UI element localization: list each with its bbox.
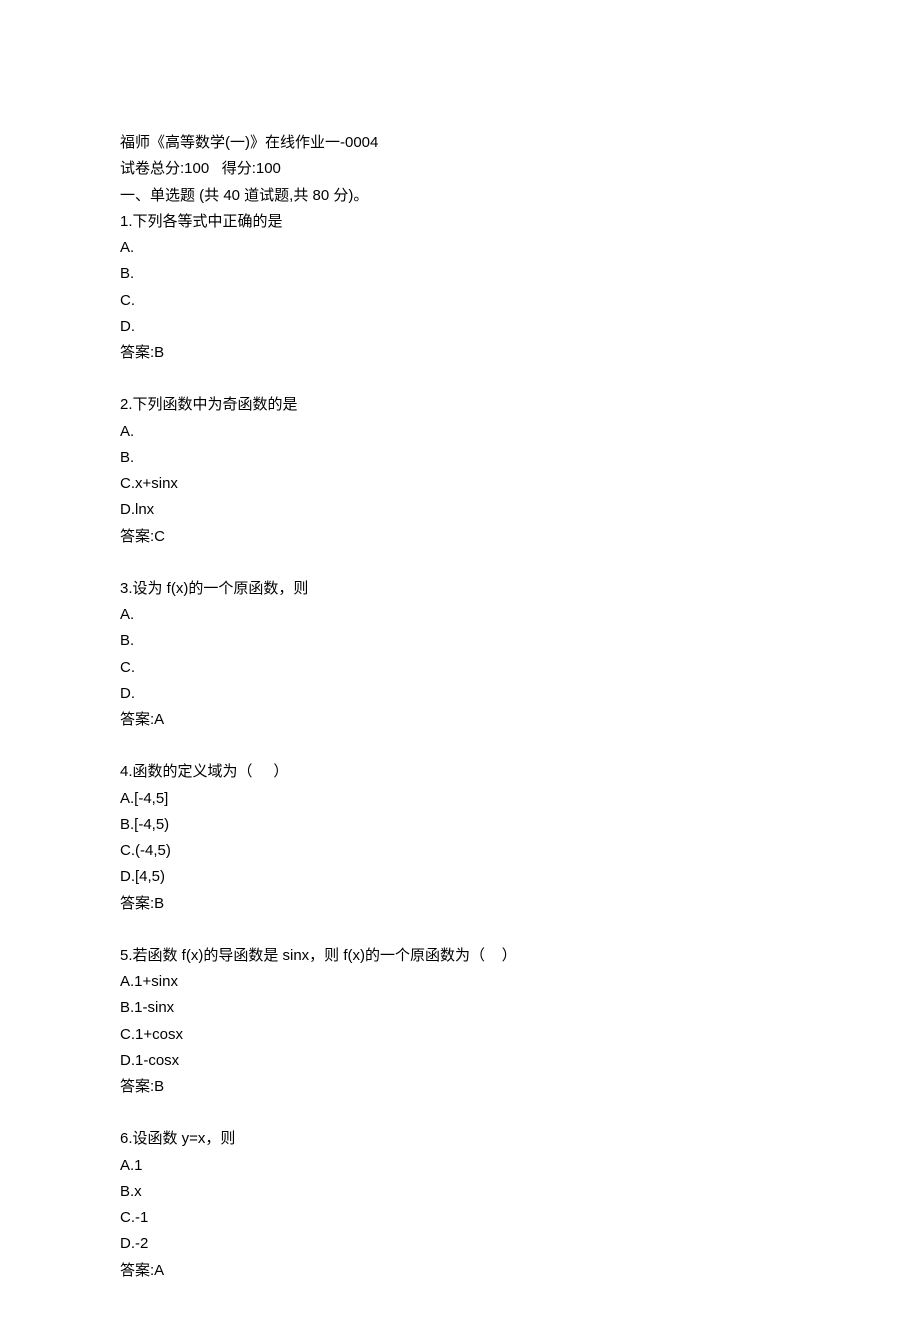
answer-line: 答案:C xyxy=(120,524,800,550)
question-text: 5.若函数 f(x)的导函数是 sinx，则 f(x)的一个原函数为（ ） xyxy=(120,943,800,969)
option-b: B. xyxy=(120,445,800,471)
question-text: 2.下列函数中为奇函数的是 xyxy=(120,392,800,418)
option-b: B.[-4,5) xyxy=(120,812,800,838)
option-b: B. xyxy=(120,628,800,654)
option-a: A.[-4,5] xyxy=(120,786,800,812)
option-b: B.x xyxy=(120,1179,800,1205)
option-d: D.-2 xyxy=(120,1231,800,1257)
option-c: C.(-4,5) xyxy=(120,838,800,864)
header-block: 福师《高等数学(一)》在线作业一-0004 试卷总分:100 得分:100 一、… xyxy=(120,130,800,366)
question-block: 6.设函数 y=x，则 A.1 B.x C.-1 D.-2 答案:A xyxy=(120,1126,800,1284)
question-block: 3.设为 f(x)的一个原函数，则 A. B. C. D. 答案:A xyxy=(120,576,800,734)
section-title: 一、单选题 (共 40 道试题,共 80 分)。 xyxy=(120,183,800,209)
option-a: A. xyxy=(120,419,800,445)
option-b: B.1-sinx xyxy=(120,995,800,1021)
question-block: 5.若函数 f(x)的导函数是 sinx，则 f(x)的一个原函数为（ ） A.… xyxy=(120,943,800,1101)
score-line: 试卷总分:100 得分:100 xyxy=(120,156,800,182)
question-block: 4.函数的定义域为（ ） A.[-4,5] B.[-4,5) C.(-4,5) … xyxy=(120,759,800,917)
question-text: 6.设函数 y=x，则 xyxy=(120,1126,800,1152)
answer-line: 答案:B xyxy=(120,1074,800,1100)
answer-line: 答案:B xyxy=(120,340,800,366)
option-a: A. xyxy=(120,235,800,261)
document-page: 福师《高等数学(一)》在线作业一-0004 试卷总分:100 得分:100 一、… xyxy=(0,0,920,1344)
question-text: 3.设为 f(x)的一个原函数，则 xyxy=(120,576,800,602)
option-a: A.1 xyxy=(120,1153,800,1179)
option-d: D. xyxy=(120,681,800,707)
answer-line: 答案:A xyxy=(120,1258,800,1284)
option-c: C.1+cosx xyxy=(120,1022,800,1048)
option-d: D.lnx xyxy=(120,497,800,523)
option-b: B. xyxy=(120,261,800,287)
answer-line: 答案:B xyxy=(120,891,800,917)
option-d: D.[4,5) xyxy=(120,864,800,890)
question-block: 2.下列函数中为奇函数的是 A. B. C.x+sinx D.lnx 答案:C xyxy=(120,392,800,550)
option-c: C. xyxy=(120,655,800,681)
option-d: D.1-cosx xyxy=(120,1048,800,1074)
answer-line: 答案:A xyxy=(120,707,800,733)
option-d: D. xyxy=(120,314,800,340)
question-text: 4.函数的定义域为（ ） xyxy=(120,759,800,785)
option-c: C.-1 xyxy=(120,1205,800,1231)
option-c: C.x+sinx xyxy=(120,471,800,497)
course-title: 福师《高等数学(一)》在线作业一-0004 xyxy=(120,130,800,156)
question-text: 1.下列各等式中正确的是 xyxy=(120,209,800,235)
option-a: A.1+sinx xyxy=(120,969,800,995)
option-a: A. xyxy=(120,602,800,628)
option-c: C. xyxy=(120,288,800,314)
